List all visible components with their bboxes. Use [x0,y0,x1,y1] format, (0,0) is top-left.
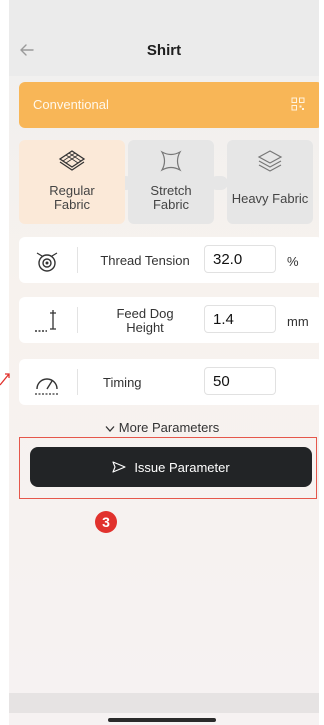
fabric-label-line: Fabric [152,197,190,212]
feed-dog-height-icon [35,310,56,332]
param-row-thread-tension: Thread Tension 32.0 % [19,237,319,283]
regular-fabric-icon [58,150,86,171]
page-title: Shirt [146,42,182,59]
bottom-bar [9,693,319,713]
send-icon [112,461,126,473]
annotation-arrow-icon [0,373,10,386]
param-row-feed-dog-height: Feed Dog Height 1.4 mm [19,297,319,343]
fabric-option-stretch[interactable]: Stretch Fabric [128,140,214,224]
thread-tension-icon [36,252,58,272]
param-unit: % [287,254,299,269]
stretch-fabric-icon [160,150,182,172]
more-parameters-label: More Parameters [118,420,220,435]
fabric-label-line: Regular [49,183,95,198]
param-unit: mm [287,314,309,329]
issue-parameter-label: Issue Parameter [134,459,230,475]
timing-gauge-icon [35,378,59,395]
fabric-option-heavy[interactable]: Heavy Fabric [227,140,313,224]
chevron-down-icon [105,425,115,432]
top-bar: Shirt [9,0,319,76]
qr-code-icon[interactable] [291,97,305,111]
more-parameters-toggle[interactable]: More Parameters [0,420,324,435]
fabric-label-line: Stretch [150,183,192,198]
step-badge: 3 [95,511,117,533]
param-row-timing: Timing 50 [19,359,319,405]
app-screen: Shirt Conventional Regular Fabric Stretc… [9,0,319,725]
param-label: Thread Tension [100,253,190,268]
heavy-fabric-icon [257,150,283,172]
param-label: Timing [103,375,142,390]
home-indicator[interactable] [108,718,216,722]
mode-label: Conventional [33,97,109,112]
param-label: Height [126,320,164,335]
fabric-option-regular[interactable]: Regular Fabric [19,140,125,224]
fabric-label-line: Fabric [53,197,91,212]
issue-parameter-button[interactable]: Issue Parameter [30,447,312,487]
fabric-label-line: Heavy Fabric [231,191,309,206]
timing-input[interactable]: 50 [204,367,276,395]
mode-selector[interactable]: Conventional [19,82,319,128]
thread-tension-input[interactable]: 32.0 [204,245,276,273]
feed-dog-height-input[interactable]: 1.4 [204,305,276,333]
param-label: Feed Dog [116,306,174,321]
